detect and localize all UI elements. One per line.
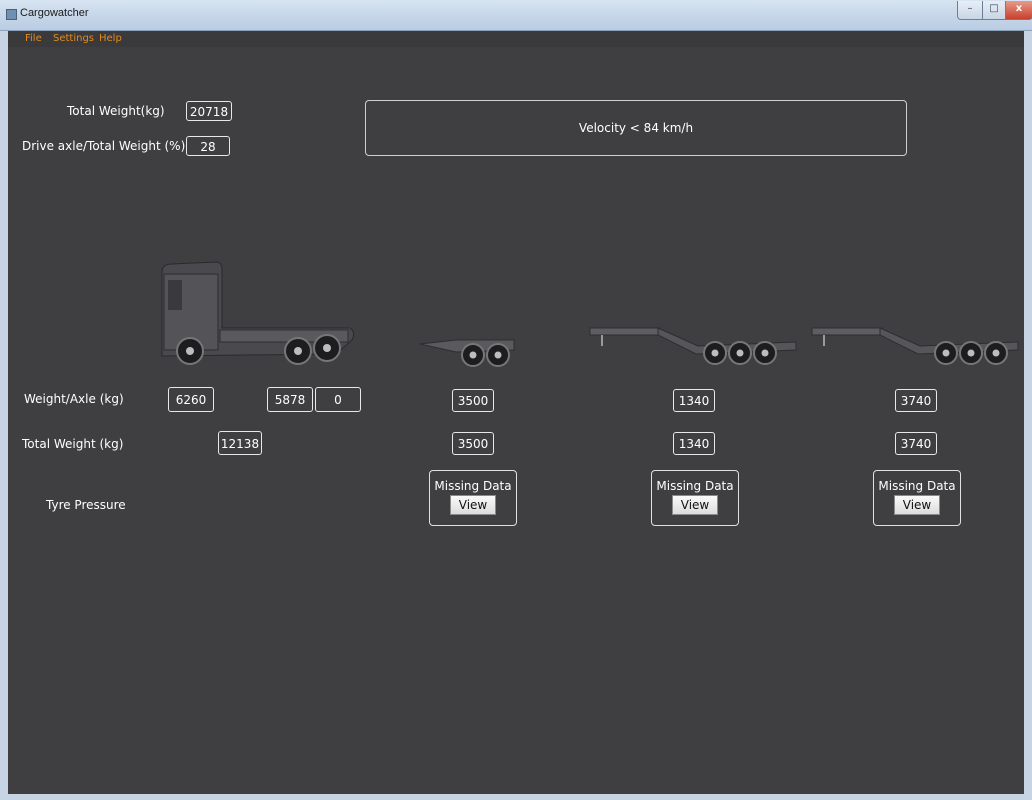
window-title: Cargowatcher (20, 7, 89, 19)
tractor-total-value: 12138 (218, 431, 262, 455)
close-button[interactable]: x (1005, 1, 1032, 20)
tractor-axle-2-value: 5878 (267, 387, 313, 412)
velocity-panel: Velocity < 84 km/h (365, 100, 907, 156)
dolly-tyre-pressure-panel: Missing Data View (429, 470, 517, 526)
trailer-1-total-value: 1340 (673, 432, 715, 455)
menu-file[interactable]: File (25, 33, 42, 44)
drive-axle-label: Drive axle/Total Weight (%) (22, 139, 186, 153)
dolly-view-button[interactable]: View (450, 495, 496, 515)
trailer-2-tyre-pressure-panel: Missing Data View (873, 470, 961, 526)
trailer-1-tyre-status: Missing Data (656, 479, 734, 493)
window-frame-left (0, 31, 8, 800)
minimize-button[interactable]: – (957, 1, 983, 20)
trailer-1-view-button[interactable]: View (672, 495, 718, 515)
maximize-button[interactable]: □ (982, 1, 1006, 20)
menu-bar: File Settings Help (8, 31, 1024, 47)
trailer-image-1 (589, 327, 797, 365)
tractor-axle-3-value: 0 (315, 387, 361, 412)
window-frame-right (1024, 31, 1032, 800)
trailer-image-2 (811, 327, 1019, 365)
total-weight-value: 20718 (186, 101, 232, 121)
app-window: Cargowatcher – □ x File Settings Help To… (0, 0, 1032, 800)
trailer-1-tyre-pressure-panel: Missing Data View (651, 470, 739, 526)
drive-axle-value: 28 (186, 136, 230, 156)
dolly-total-value: 3500 (452, 432, 494, 455)
app-icon (6, 9, 17, 20)
menu-help[interactable]: Help (99, 33, 122, 44)
trailer-2-axle-value: 3740 (895, 389, 937, 412)
window-frame-bottom (0, 794, 1032, 800)
trailer-1-axle-value: 1340 (673, 389, 715, 412)
dolly-axle-value: 3500 (452, 389, 494, 412)
title-bar: Cargowatcher – □ x (0, 0, 1032, 31)
tractor-image (161, 261, 355, 365)
weight-axle-label: Weight/Axle (kg) (24, 392, 124, 406)
menu-settings[interactable]: Settings (53, 33, 94, 44)
velocity-text: Velocity < 84 km/h (578, 121, 694, 135)
dolly-tyre-status: Missing Data (434, 479, 512, 493)
trailer-2-view-button[interactable]: View (894, 495, 940, 515)
total-weight-row-label: Total Weight (kg) (22, 437, 124, 451)
tractor-axle-1-value: 6260 (168, 387, 214, 412)
tyre-pressure-label: Tyre Pressure (46, 498, 126, 512)
total-weight-label: Total Weight(kg) (67, 104, 165, 118)
trailer-2-tyre-status: Missing Data (878, 479, 956, 493)
dolly-image (419, 339, 515, 367)
trailer-2-total-value: 3740 (895, 432, 937, 455)
